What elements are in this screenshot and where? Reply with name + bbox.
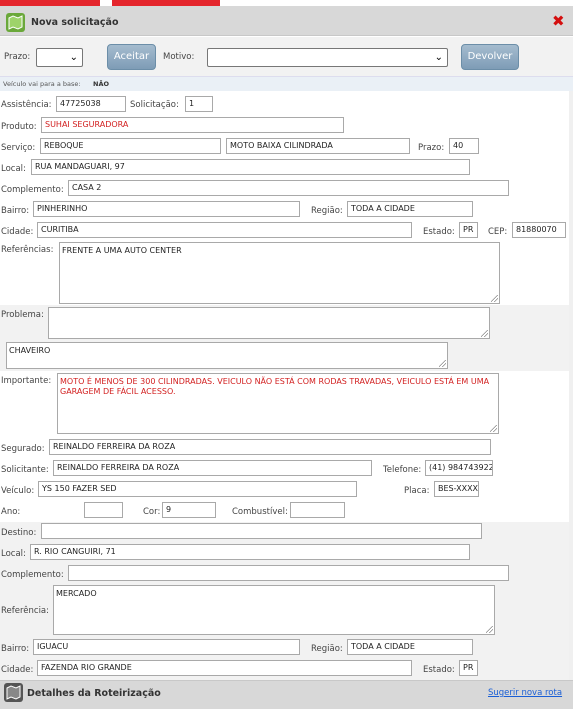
sugerir-rota-link[interactable]: Sugerir nova rota bbox=[488, 688, 562, 698]
prazo-field-label: Prazo: bbox=[418, 143, 445, 153]
regiao-label: Região: bbox=[311, 206, 343, 216]
segurado-label: Segurado: bbox=[1, 444, 45, 454]
complemento-input[interactable]: CASA 2 bbox=[68, 180, 509, 196]
destino-regiao-label: Região: bbox=[311, 644, 343, 654]
destino-bairro-input[interactable]: IGUACU bbox=[33, 639, 300, 655]
chevron-down-icon: ⌄ bbox=[69, 52, 78, 63]
destino-local-input[interactable]: R. RIO CANGUIRI, 71 bbox=[30, 544, 470, 560]
solicitante-label: Solicitante: bbox=[1, 465, 49, 475]
local-label: Local: bbox=[1, 164, 26, 174]
devolver-button[interactable]: Devolver bbox=[461, 44, 519, 70]
produto-label: Produto: bbox=[1, 122, 37, 132]
problema-detail-text: CHAVEIRO bbox=[9, 346, 51, 355]
destino-cidade-input[interactable]: FAZENDA RIO GRANDE bbox=[37, 660, 412, 676]
cidade-label: Cidade: bbox=[1, 227, 34, 237]
destino-complemento-label: Complemento: bbox=[1, 570, 64, 580]
destino-referencia-textarea[interactable]: MERCADO bbox=[53, 585, 495, 635]
problema-label: Problema: bbox=[1, 310, 44, 320]
motivo-select[interactable]: ⌄ bbox=[207, 48, 448, 67]
destino-estado-input[interactable]: PR bbox=[459, 660, 478, 676]
bairro-input[interactable]: PINHERINHO bbox=[33, 201, 300, 217]
complemento-label: Complemento: bbox=[1, 185, 64, 195]
destino-referencia-text: MERCADO bbox=[56, 589, 97, 598]
servico-input[interactable]: REBOQUE bbox=[40, 138, 221, 154]
segurado-input[interactable]: REINALDO FERREIRA DA ROZA bbox=[49, 439, 491, 455]
telefone-label: Telefone: bbox=[383, 465, 422, 475]
estado-label: Estado: bbox=[423, 227, 455, 237]
destino-label: Destino: bbox=[1, 528, 37, 538]
local-input[interactable]: RUA MANDAGUARI, 97 bbox=[31, 159, 470, 175]
problema-textarea[interactable] bbox=[48, 307, 490, 339]
info-bar: Veículo vai para a base: NÃO bbox=[0, 76, 573, 91]
destino-input[interactable] bbox=[41, 523, 482, 539]
dialog-title: Nova solicitação bbox=[31, 17, 119, 28]
servico-tipo-input[interactable]: MOTO BAIXA CILINDRADA bbox=[226, 138, 410, 154]
solicitacao-input[interactable]: 1 bbox=[185, 96, 213, 112]
ano-label: Ano: bbox=[1, 507, 21, 517]
cor-label: Cor: bbox=[143, 507, 161, 517]
ano-input[interactable] bbox=[84, 502, 123, 518]
resize-grip-icon[interactable] bbox=[439, 360, 446, 367]
route-map-icon bbox=[4, 683, 23, 702]
scrollbar[interactable] bbox=[569, 91, 573, 680]
solicitante-input[interactable]: REINALDO FERREIRA DA ROZA bbox=[53, 460, 372, 476]
resize-grip-icon[interactable] bbox=[490, 425, 497, 432]
resize-grip-icon[interactable] bbox=[481, 330, 488, 337]
aceitar-button[interactable]: Aceitar bbox=[107, 44, 156, 70]
base-value: NÃO bbox=[93, 80, 109, 88]
destino-referencia-label: Referência: bbox=[1, 606, 50, 616]
prazo-select[interactable]: ⌄ bbox=[36, 48, 83, 67]
cep-label: CEP: bbox=[488, 227, 508, 237]
cor-input[interactable]: 9 bbox=[162, 502, 216, 518]
cep-input[interactable]: 81880070 bbox=[512, 222, 566, 238]
destino-regiao-input[interactable]: TODA A CIDADE bbox=[347, 639, 473, 655]
prazo-label: Prazo: bbox=[4, 52, 31, 62]
referencias-textarea[interactable]: FRENTE A UMA AUTO CENTER bbox=[59, 242, 500, 304]
motivo-label: Motivo: bbox=[163, 52, 195, 62]
close-icon[interactable]: ✖ bbox=[552, 13, 565, 29]
resize-grip-icon[interactable] bbox=[491, 295, 498, 302]
importante-label: Importante: bbox=[1, 376, 52, 386]
importante-textarea[interactable]: MOTO É MENOS DE 300 CILINDRADAS. VEICULO… bbox=[57, 373, 499, 434]
solicitacao-label: Solicitação: bbox=[130, 100, 179, 110]
servico-label: Serviço: bbox=[1, 143, 36, 153]
destino-bairro-label: Bairro: bbox=[1, 644, 30, 654]
bairro-label: Bairro: bbox=[1, 206, 30, 216]
telefone-input[interactable]: (41) 984743922 bbox=[425, 460, 493, 476]
roteirizacao-title[interactable]: Detalhes da Roteirização bbox=[27, 688, 161, 699]
chevron-down-icon: ⌄ bbox=[434, 52, 443, 63]
destino-cidade-label: Cidade: bbox=[1, 665, 34, 675]
resize-grip-icon[interactable] bbox=[486, 626, 493, 633]
placa-label: Placa: bbox=[404, 486, 430, 496]
veiculo-input[interactable]: YS 150 FAZER SED bbox=[38, 481, 357, 497]
assistencia-input[interactable]: 47725038 bbox=[56, 96, 126, 112]
veiculo-label: Veículo: bbox=[1, 486, 35, 496]
referencias-text: FRENTE A UMA AUTO CENTER bbox=[62, 246, 182, 255]
prazo-input[interactable]: 40 bbox=[449, 138, 479, 154]
cidade-input[interactable]: CURITIBA bbox=[37, 222, 412, 238]
combustivel-input[interactable] bbox=[290, 502, 345, 518]
regiao-input[interactable]: TODA A CIDADE bbox=[347, 201, 473, 217]
referencias-label: Referências: bbox=[1, 245, 54, 255]
destino-estado-label: Estado: bbox=[423, 665, 455, 675]
importante-text: MOTO É MENOS DE 300 CILINDRADAS. VEICULO… bbox=[60, 377, 490, 396]
combustivel-label: Combustível: bbox=[232, 507, 288, 517]
assistencia-label: Assistência: bbox=[1, 100, 52, 110]
map-icon bbox=[6, 13, 25, 32]
base-label: Veículo vai para a base: bbox=[3, 80, 81, 88]
destino-complemento-input[interactable] bbox=[68, 565, 509, 581]
produto-input[interactable]: SUHAI SEGURADORA bbox=[41, 117, 344, 133]
problema-detail-textarea[interactable]: CHAVEIRO bbox=[6, 342, 448, 369]
destino-local-label: Local: bbox=[1, 549, 26, 559]
estado-input[interactable]: PR bbox=[459, 222, 478, 238]
placa-input[interactable]: BES-XXXX bbox=[434, 481, 479, 497]
